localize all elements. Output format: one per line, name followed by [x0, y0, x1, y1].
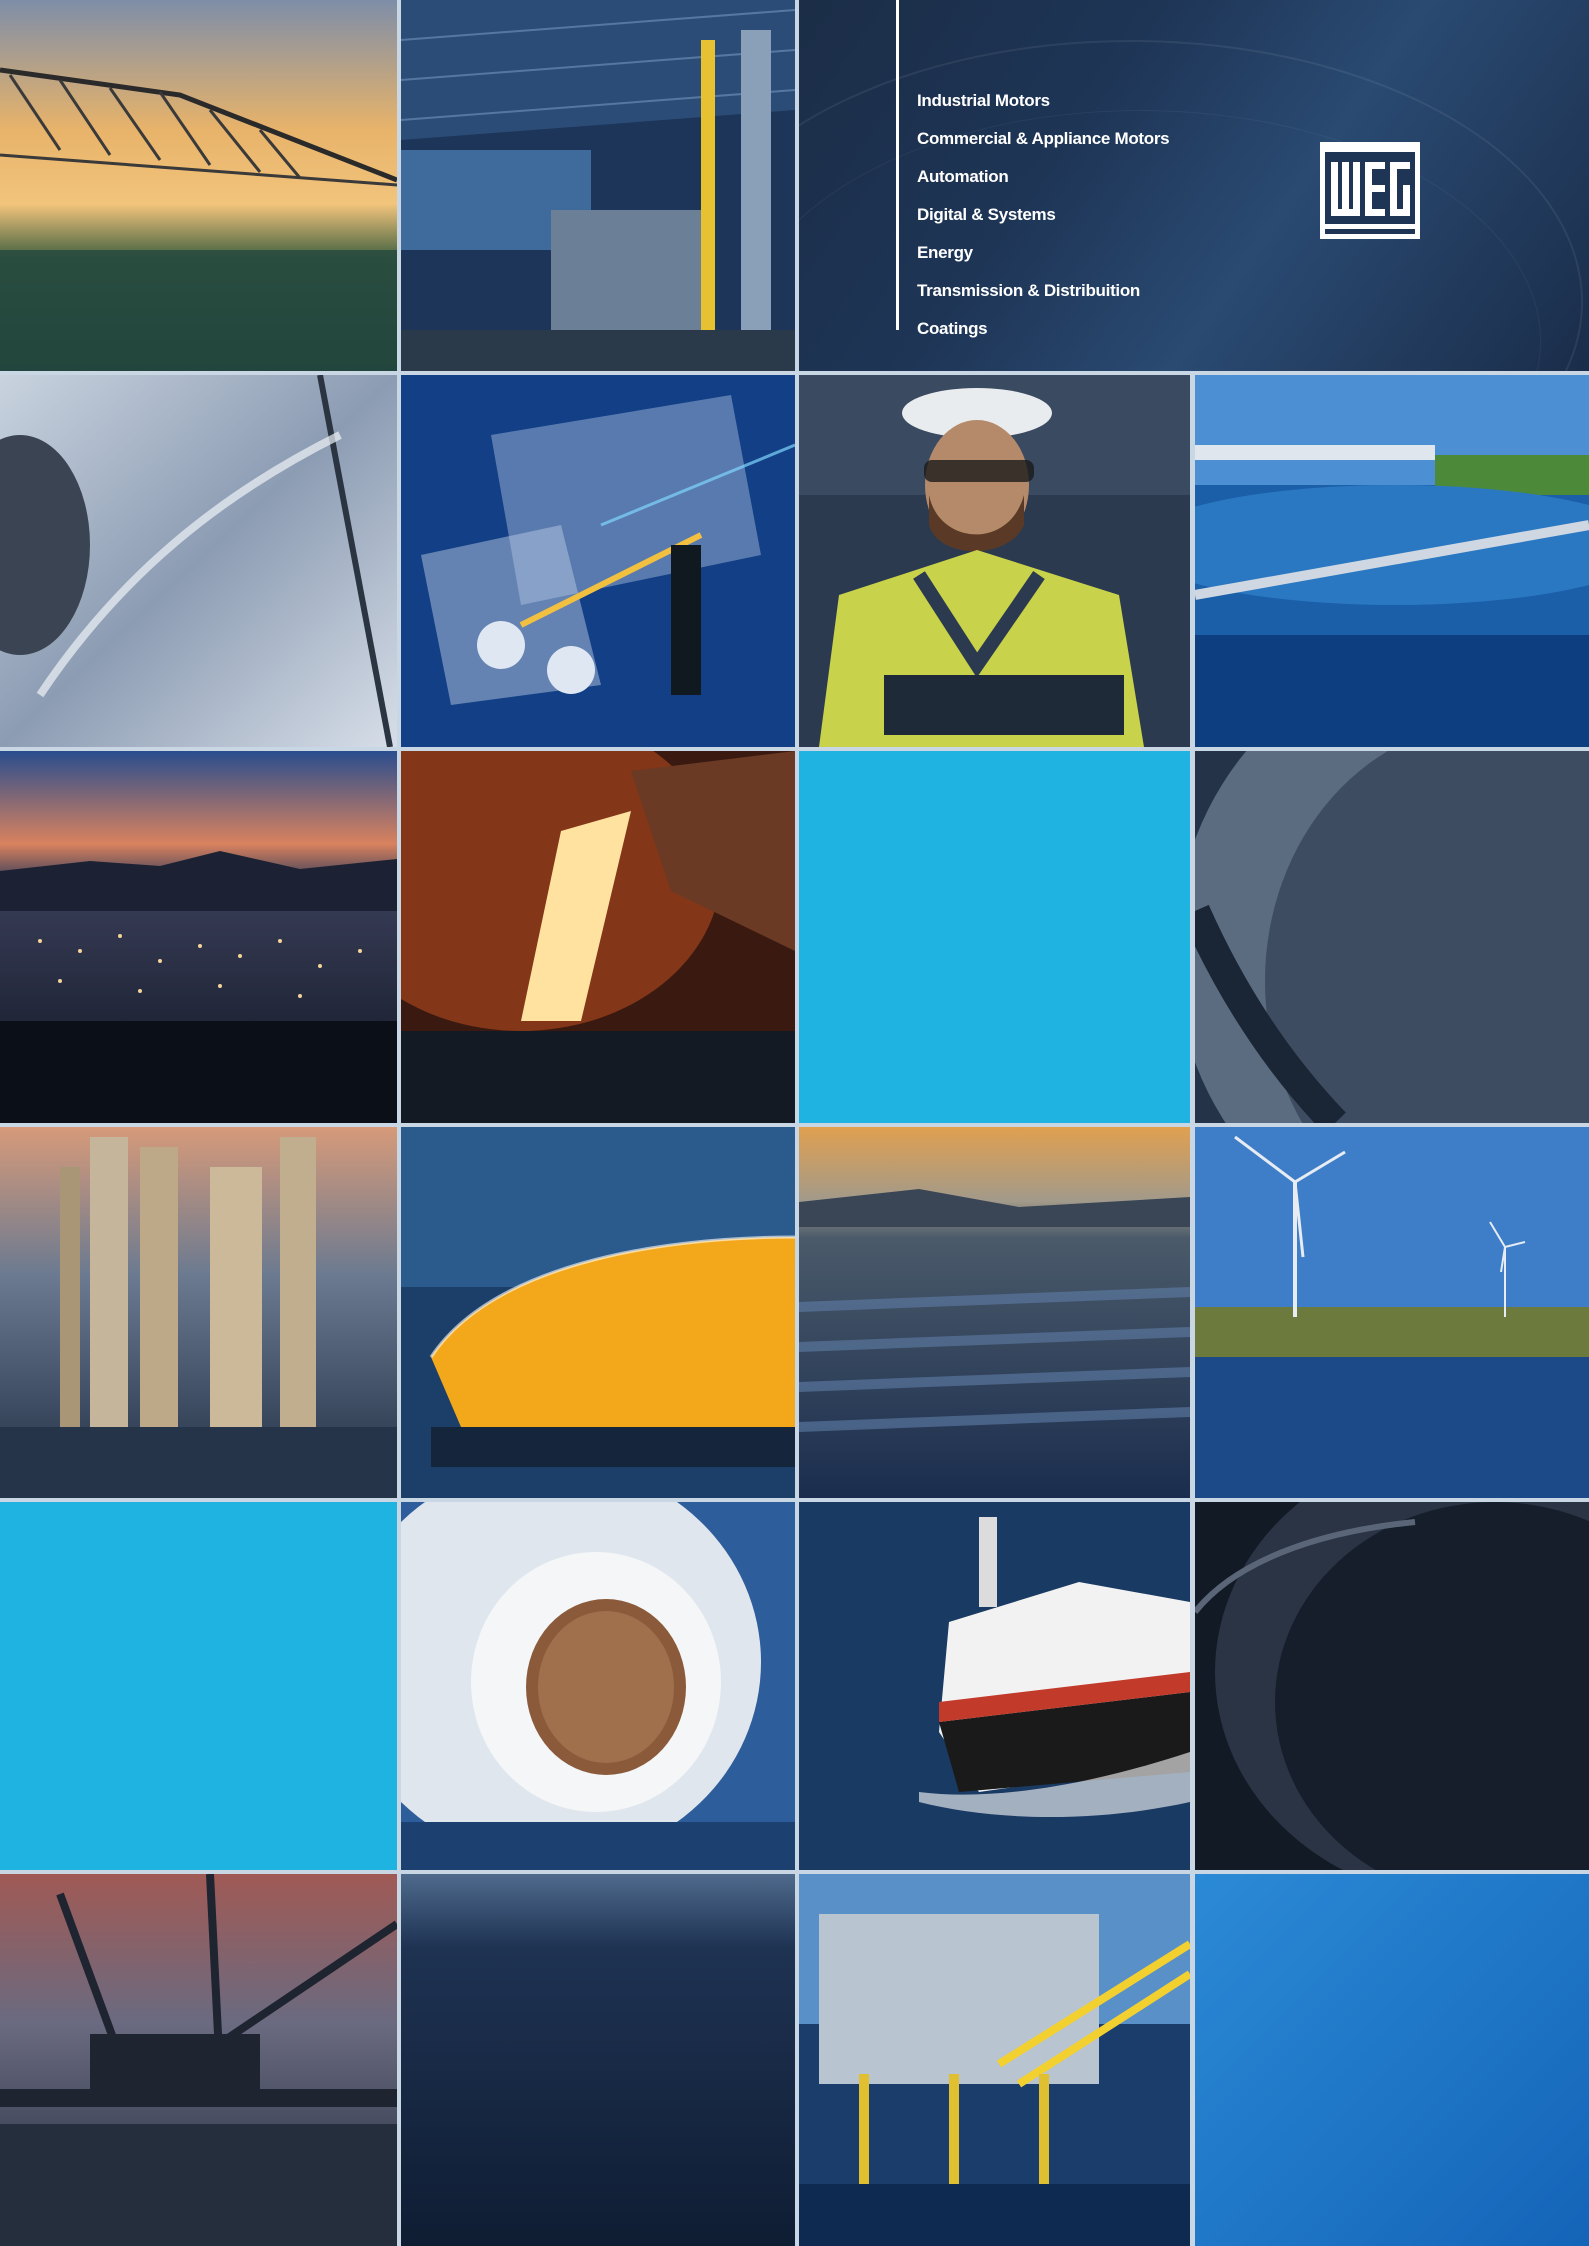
- photo-grid: Industrial Motors Commercial & Appliance…: [0, 0, 1589, 2246]
- header-panel: Industrial Motors Commercial & Appliance…: [799, 0, 1589, 371]
- category-item[interactable]: Commercial & Appliance Motors: [917, 120, 1170, 158]
- cyan-tile: [0, 1502, 397, 1870]
- dark-pipe-photo: [1195, 1502, 1589, 1870]
- steel-factory-photo: [401, 0, 795, 371]
- electric-truck-photo: [401, 375, 795, 747]
- category-item[interactable]: Digital & Systems: [917, 196, 1169, 234]
- water-treatment-photo: [1195, 375, 1589, 747]
- divider-line: [896, 0, 899, 330]
- dark-blue-tile: [401, 1874, 795, 2246]
- molten-steel-photo: [401, 751, 795, 1123]
- category-item[interactable]: Coatings: [917, 310, 1169, 348]
- category-item[interactable]: Automation: [917, 158, 1169, 196]
- refinery-towers-photo: [0, 1127, 397, 1498]
- mining-excavator-photo: [0, 1874, 397, 2246]
- metal-sheet-photo: [0, 375, 397, 747]
- solar-farm-photo: [799, 1127, 1190, 1498]
- category-item[interactable]: Energy: [917, 234, 1169, 272]
- paper-roll-photo: [401, 1502, 795, 1870]
- category-item[interactable]: Industrial Motors: [917, 82, 1169, 120]
- irrigation-pivot-photo: [0, 0, 397, 371]
- cyan-tile: [799, 751, 1190, 1123]
- pipe-interior-photo: [1195, 751, 1589, 1123]
- ship-photo: [799, 1502, 1190, 1870]
- bottling-line-photo: [401, 1127, 795, 1498]
- city-night-photo: [0, 751, 397, 1123]
- weg-logo[interactable]: [1320, 142, 1420, 239]
- wind-turbines-photo: [1195, 1127, 1589, 1498]
- offshore-platform-photo: [799, 1874, 1190, 2246]
- blue-tile: [1195, 1874, 1589, 2246]
- category-item[interactable]: Transmission & Distribuition: [917, 272, 1169, 310]
- category-list: Industrial Motors Commercial & Appliance…: [917, 82, 1170, 348]
- engineer-tablet-photo: [799, 375, 1190, 747]
